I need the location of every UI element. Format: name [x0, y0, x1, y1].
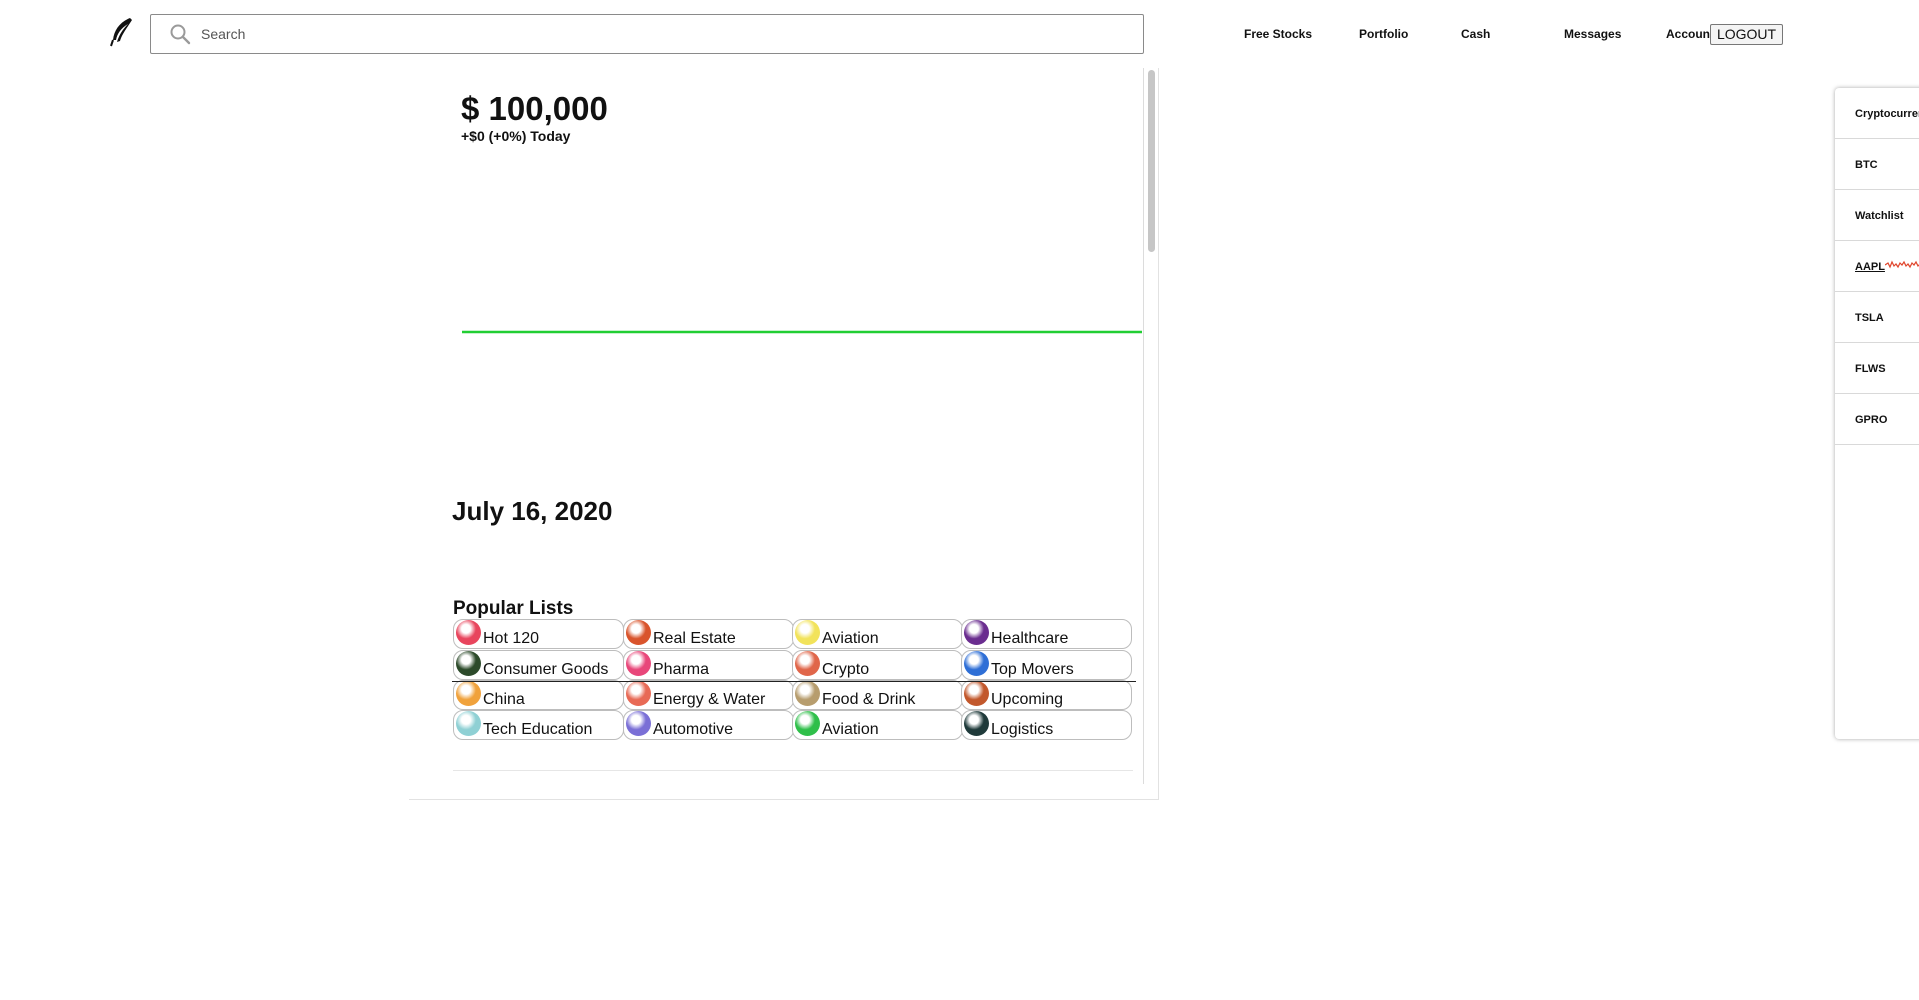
ticker-label: TSLA: [1855, 312, 1884, 324]
scrollbar-thumb[interactable]: [1148, 70, 1155, 252]
china-icon: [456, 681, 481, 706]
list-item-automotive[interactable]: Automotive: [623, 710, 794, 740]
energy-water-icon: [626, 681, 651, 706]
sidebar-item-btc[interactable]: BTC: [1835, 139, 1919, 190]
healthcare-icon: [964, 620, 989, 645]
list-item-label: Automotive: [653, 721, 734, 738]
nav-free-stocks[interactable]: Free Stocks: [1244, 27, 1312, 41]
list-item-label: Aviation: [822, 630, 879, 647]
aapl-sparkline: [1885, 260, 1919, 269]
list-item-label: Pharma: [653, 661, 710, 678]
section-divider: [453, 770, 1133, 771]
watchlist-sidebar: Cryptocurrencies BTC Watchlist AAPL TSLA…: [1835, 88, 1919, 739]
list-item-label: China: [483, 691, 525, 708]
list-item-logistics[interactable]: Logistics: [961, 710, 1132, 740]
hot-120-icon: [456, 620, 481, 645]
sidebar-item-flws[interactable]: FLWS: [1835, 343, 1919, 394]
list-item-aviation-2[interactable]: Aviation: [792, 710, 963, 740]
aviation-icon: [795, 620, 820, 645]
food-drink-icon: [795, 681, 820, 706]
list-item-label: Tech Education: [483, 721, 593, 738]
list-item-label: Crypto: [822, 661, 870, 678]
section-title: Cryptocurrencies: [1855, 108, 1919, 120]
sidebar-item-gpro[interactable]: GPRO: [1835, 394, 1919, 445]
list-item-top-movers[interactable]: Top Movers: [961, 650, 1132, 680]
list-item-label: Consumer Goods: [483, 661, 609, 678]
list-item-label: Hot 120: [483, 630, 540, 647]
nav-messages[interactable]: Messages: [1564, 27, 1621, 41]
portfolio-value: $ 100,000: [461, 90, 608, 127]
list-item-tech-education[interactable]: Tech Education: [453, 710, 624, 740]
top-movers-icon: [964, 651, 989, 676]
date-heading: July 16, 2020: [452, 496, 613, 526]
list-item-label: Top Movers: [991, 661, 1074, 678]
portfolio-change: +$0 (+0%) Today: [461, 128, 571, 144]
consumer-goods-icon: [456, 651, 481, 676]
list-item-aviation[interactable]: Aviation: [792, 619, 963, 649]
ticker-label: FLWS: [1855, 363, 1886, 375]
sidebar-item-tsla[interactable]: TSLA: [1835, 292, 1919, 343]
list-item-label: Upcoming: [991, 691, 1064, 708]
portfolio-chart[interactable]: [460, 318, 1144, 348]
list-item-label: Aviation: [822, 721, 879, 738]
aviation-icon: [795, 711, 820, 736]
tech-education-icon: [456, 711, 481, 736]
list-item-healthcare[interactable]: Healthcare: [961, 619, 1132, 649]
automotive-icon: [626, 711, 651, 736]
pharma-icon: [626, 651, 651, 676]
logout-button[interactable]: LOGOUT: [1710, 24, 1783, 45]
list-item-real-estate[interactable]: Real Estate: [623, 619, 794, 649]
nav-portfolio[interactable]: Portfolio: [1359, 27, 1408, 41]
feather-logo-icon[interactable]: [108, 16, 136, 48]
upcoming-icon: [964, 681, 989, 706]
ticker-label: BTC: [1855, 159, 1878, 171]
panel-divider: [1143, 68, 1144, 784]
list-item-consumer-goods[interactable]: Consumer Goods: [453, 650, 624, 680]
search-input[interactable]: [201, 26, 1101, 42]
list-item-china[interactable]: China: [453, 680, 624, 710]
ticker-label[interactable]: AAPL: [1855, 261, 1885, 273]
section-title: Watchlist: [1855, 210, 1904, 222]
list-item-label: Energy & Water: [653, 691, 766, 708]
sidebar-item-aapl[interactable]: AAPL: [1835, 241, 1919, 292]
list-item-food-drink[interactable]: Food & Drink: [792, 680, 963, 710]
crypto-icon: [795, 651, 820, 676]
list-item-label: Healthcare: [991, 630, 1069, 647]
nav-cash[interactable]: Cash: [1461, 27, 1490, 41]
search-icon: [170, 24, 191, 45]
list-item-label: Logistics: [991, 721, 1054, 738]
list-item-label: Real Estate: [653, 630, 736, 647]
logistics-icon: [964, 711, 989, 736]
list-item-upcoming[interactable]: Upcoming: [961, 680, 1132, 710]
list-item-pharma[interactable]: Pharma: [623, 650, 794, 680]
sidebar-section-cryptocurrencies: Cryptocurrencies: [1835, 88, 1919, 139]
list-item-crypto[interactable]: Crypto: [792, 650, 963, 680]
list-item-energy-water[interactable]: Energy & Water: [623, 680, 794, 710]
list-item-label: Food & Drink: [822, 691, 916, 708]
real-estate-icon: [626, 620, 651, 645]
search-bar[interactable]: [150, 14, 1144, 54]
sidebar-section-watchlist: Watchlist: [1835, 190, 1919, 241]
nav-account[interactable]: Account: [1666, 27, 1714, 41]
list-row-divider: [452, 681, 1136, 682]
popular-lists-title: Popular Lists: [453, 598, 574, 619]
ticker-label: GPRO: [1855, 414, 1888, 426]
list-item-hot-120[interactable]: Hot 120: [453, 619, 624, 649]
popular-lists-grid: Hot 120 Real Estate Aviation Healthcare …: [453, 619, 1133, 741]
